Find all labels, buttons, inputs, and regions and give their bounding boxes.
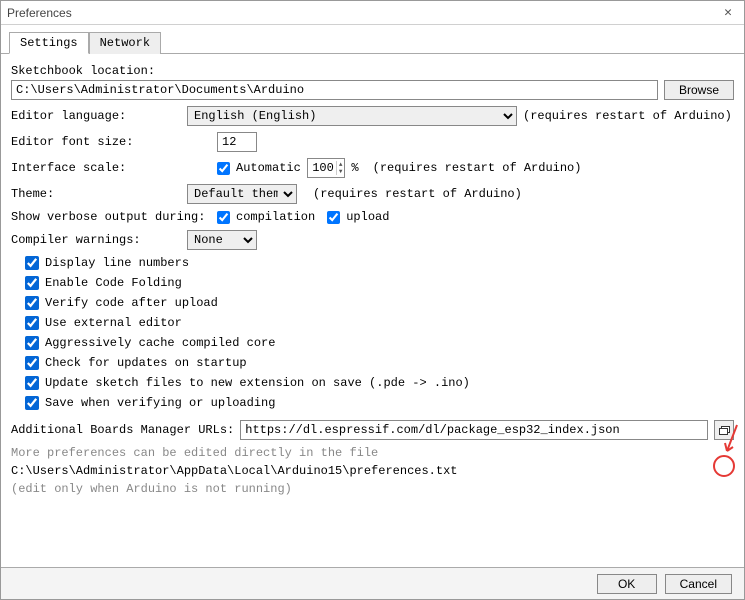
browse-button[interactable]: Browse bbox=[664, 80, 734, 100]
editor-language-note: (requires restart of Arduino) bbox=[523, 109, 732, 123]
theme-note: (requires restart of Arduino) bbox=[313, 187, 522, 201]
save-verify-text: Save when verifying or uploading bbox=[45, 396, 275, 410]
compiler-warnings-label: Compiler warnings: bbox=[11, 233, 181, 247]
external-editor-text: Use external editor bbox=[45, 316, 182, 330]
scale-value-input[interactable] bbox=[308, 159, 336, 177]
verify-upload-text: Verify code after upload bbox=[45, 296, 218, 310]
editor-language-select[interactable]: English (English) bbox=[187, 106, 517, 126]
font-size-label: Editor font size: bbox=[11, 135, 211, 149]
ok-button[interactable]: OK bbox=[597, 574, 657, 594]
tab-settings[interactable]: Settings bbox=[9, 32, 89, 54]
check-updates-text: Check for updates on startup bbox=[45, 356, 247, 370]
cache-core-checkbox[interactable] bbox=[25, 336, 39, 350]
editor-language-label: Editor language: bbox=[11, 109, 181, 123]
verbose-compilation-text: compilation bbox=[236, 210, 315, 224]
verbose-upload-text: upload bbox=[346, 210, 389, 224]
interface-scale-label: Interface scale: bbox=[11, 161, 211, 175]
more-prefs-line3: (edit only when Arduino is not running) bbox=[11, 482, 734, 496]
more-prefs-line1: More preferences can be edited directly … bbox=[11, 446, 734, 460]
theme-select[interactable]: Default theme bbox=[187, 184, 297, 204]
cancel-button[interactable]: Cancel bbox=[665, 574, 732, 594]
content-panel: Sketchbook location: Browse Editor langu… bbox=[1, 54, 744, 506]
verbose-upload-checkbox[interactable] bbox=[327, 211, 340, 224]
verbose-compilation-checkbox[interactable] bbox=[217, 211, 230, 224]
font-size-input[interactable] bbox=[217, 132, 257, 152]
cache-core-text: Aggressively cache compiled core bbox=[45, 336, 275, 350]
scale-note: (requires restart of Arduino) bbox=[373, 161, 582, 175]
sketchbook-label: Sketchbook location: bbox=[11, 64, 211, 78]
line-numbers-checkbox[interactable] bbox=[25, 256, 39, 270]
save-verify-checkbox[interactable] bbox=[25, 396, 39, 410]
boards-url-input[interactable] bbox=[240, 420, 708, 440]
line-numbers-text: Display line numbers bbox=[45, 256, 189, 270]
more-prefs-line2: C:\Users\Administrator\AppData\Local\Ard… bbox=[11, 464, 734, 478]
update-sketch-text: Update sketch files to new extension on … bbox=[45, 376, 470, 390]
automatic-scale-checkbox[interactable] bbox=[217, 162, 230, 175]
footer: OK Cancel bbox=[1, 567, 744, 599]
window-icon bbox=[719, 426, 730, 435]
tabs: Settings Network bbox=[1, 27, 744, 54]
verify-upload-checkbox[interactable] bbox=[25, 296, 39, 310]
tab-network[interactable]: Network bbox=[89, 32, 161, 54]
boards-url-label: Additional Boards Manager URLs: bbox=[11, 423, 234, 437]
automatic-scale-text: Automatic bbox=[236, 161, 301, 175]
verbose-label: Show verbose output during: bbox=[11, 210, 211, 224]
theme-label: Theme: bbox=[11, 187, 181, 201]
sketchbook-path-input[interactable] bbox=[11, 80, 658, 100]
titlebar: Preferences ✕ bbox=[1, 1, 744, 25]
spinner-arrows-icon[interactable]: ▲▼ bbox=[336, 161, 345, 175]
external-editor-checkbox[interactable] bbox=[25, 316, 39, 330]
scale-percent: % bbox=[351, 161, 358, 175]
close-icon[interactable]: ✕ bbox=[718, 3, 738, 23]
update-sketch-checkbox[interactable] bbox=[25, 376, 39, 390]
compiler-warnings-select[interactable]: None bbox=[187, 230, 257, 250]
boards-url-edit-button[interactable] bbox=[714, 420, 734, 440]
code-folding-checkbox[interactable] bbox=[25, 276, 39, 290]
scale-spinner[interactable]: ▲▼ bbox=[307, 158, 346, 178]
window-title: Preferences bbox=[7, 6, 72, 20]
check-updates-checkbox[interactable] bbox=[25, 356, 39, 370]
code-folding-text: Enable Code Folding bbox=[45, 276, 182, 290]
